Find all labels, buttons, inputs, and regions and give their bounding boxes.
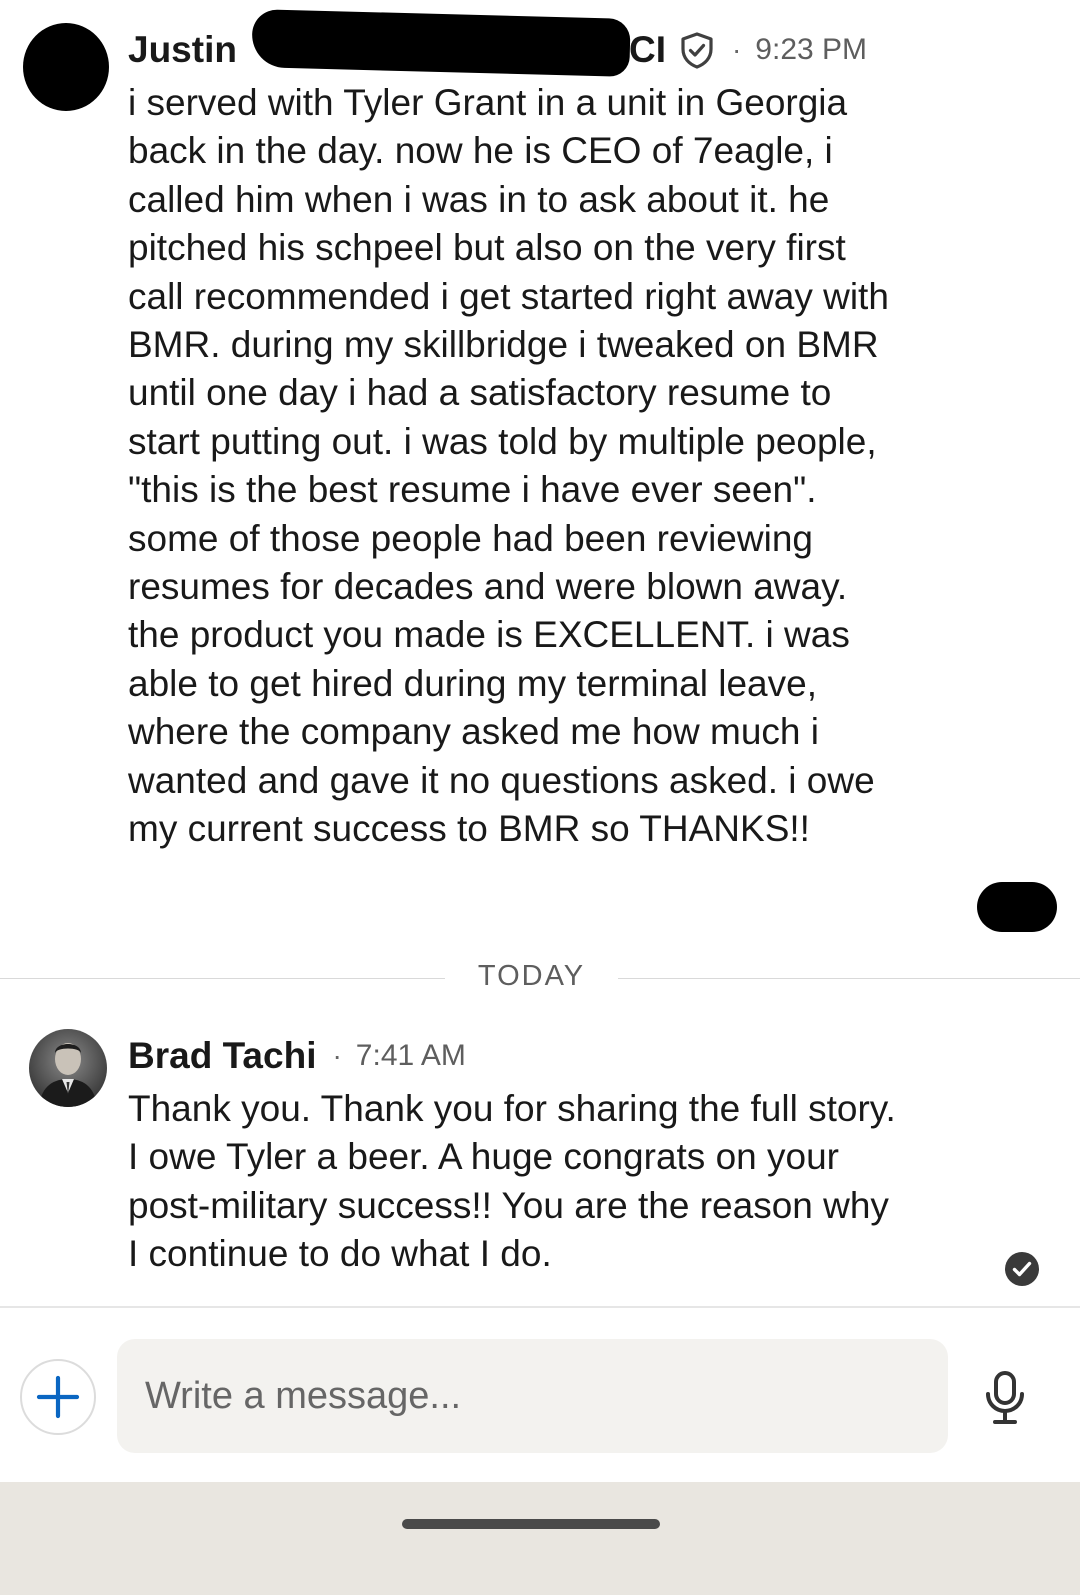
separator-dot: · — [332, 1040, 342, 1071]
message-timestamp: 9:23 PM — [755, 33, 868, 66]
microphone-button[interactable] — [982, 1370, 1028, 1426]
message-2-header: Brad Tachi · 7:41 AM — [128, 1030, 466, 1082]
plus-icon — [36, 1375, 80, 1419]
divider-line-left — [0, 978, 445, 979]
check-circle-icon — [1004, 1251, 1040, 1287]
sender-name[interactable]: Justin — [128, 29, 237, 71]
reaction-redacted[interactable] — [977, 882, 1057, 932]
avatar-redacted[interactable] — [23, 23, 109, 111]
name-redaction — [251, 9, 631, 77]
divider-line-right — [618, 978, 1080, 979]
sender-name[interactable]: Brad Tachi — [128, 1035, 316, 1077]
composer-divider — [0, 1306, 1080, 1308]
shield-check-icon — [678, 31, 716, 69]
message-timestamp: 7:41 AM — [355, 1039, 466, 1072]
home-indicator[interactable] — [402, 1519, 660, 1529]
system-nav-bar — [0, 1482, 1080, 1595]
avatar[interactable] — [29, 1029, 107, 1107]
microphone-icon — [986, 1371, 1024, 1424]
message-input[interactable] — [117, 1339, 948, 1453]
attach-button[interactable] — [20, 1359, 96, 1435]
date-divider: TODAY — [477, 960, 586, 992]
separator-dot: · — [731, 34, 742, 65]
sender-name-suffix[interactable]: CI — [629, 29, 666, 71]
message-1-body: i served with Tyler Grant in a unit in G… — [128, 82, 889, 850]
message-2-body: Thank you. Thank you for sharing the ful… — [128, 1088, 896, 1275]
